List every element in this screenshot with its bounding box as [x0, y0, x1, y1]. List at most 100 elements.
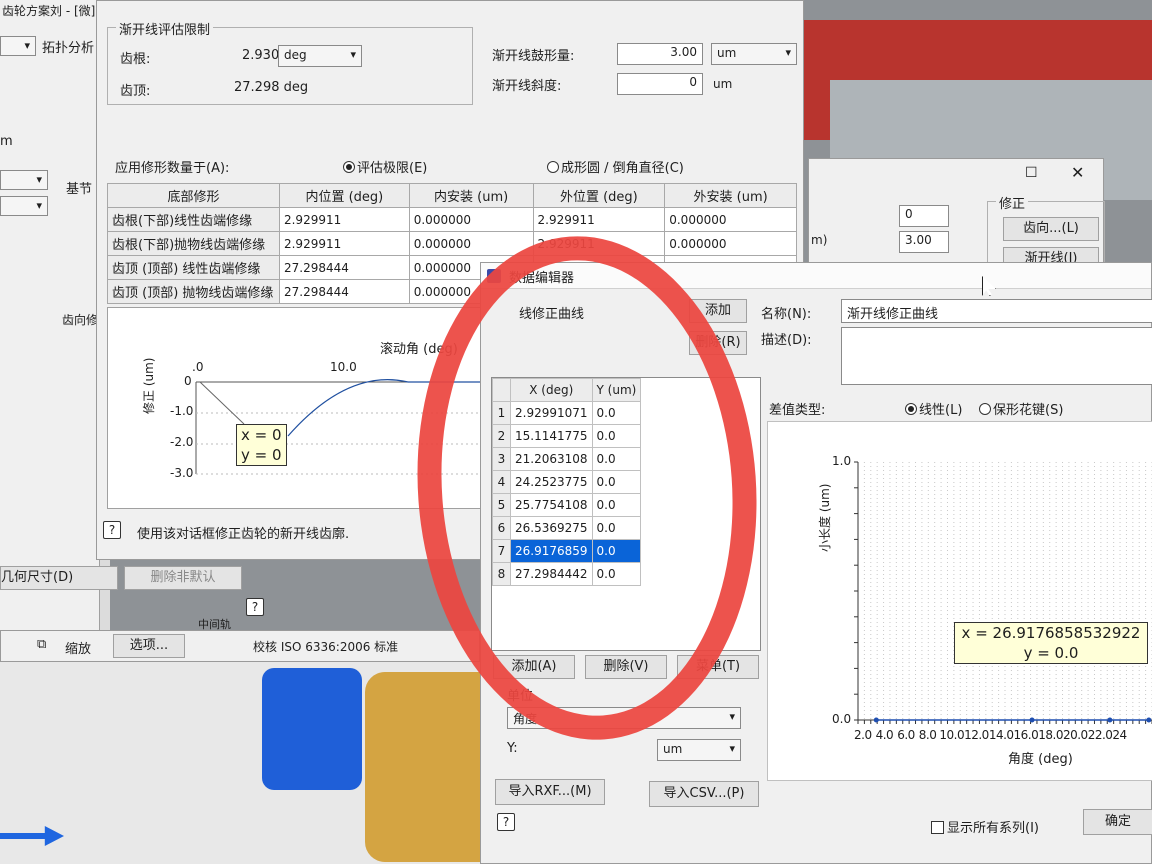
import-rxf-button[interactable]: 导入RXF...(M): [495, 779, 605, 805]
description-input[interactable]: [841, 327, 1152, 385]
add-point-button[interactable]: 添加(A): [493, 655, 575, 679]
point-y[interactable]: 0.0: [591, 424, 642, 448]
table-cell[interactable]: 0.000000: [664, 207, 797, 232]
y-unit-combo[interactable]: um ▾: [657, 739, 741, 761]
plot-tooltip-y: y = 0: [241, 446, 282, 464]
row-index: 6: [492, 516, 511, 540]
table-row-selected[interactable]: 7 26.9176859 0.0: [492, 539, 642, 563]
row1-value[interactable]: 0: [899, 205, 949, 227]
table-row[interactable]: 3 21.2063108 0.0: [492, 447, 642, 471]
slope-label: 渐开线斜度:: [492, 79, 562, 94]
table-row[interactable]: 4 24.2523775 0.0: [492, 470, 642, 494]
point-x[interactable]: 26.5369275: [510, 516, 593, 540]
point-x[interactable]: 27.2984442: [510, 562, 593, 586]
point-y[interactable]: 0.0: [591, 516, 642, 540]
point-y[interactable]: 0.0: [591, 493, 642, 517]
description-label: 描述(D):: [761, 333, 812, 348]
zoom-icon[interactable]: ⧉: [37, 637, 46, 652]
table-cell[interactable]: 2.929911: [278, 231, 410, 256]
point-x[interactable]: 24.2523775: [510, 470, 593, 494]
foundation-tab[interactable]: 基节: [66, 178, 92, 197]
main-window-title: 齿轮方案刘 - [微]: [2, 4, 96, 18]
radio-linear-label: 线性(L): [919, 403, 963, 418]
help-icon[interactable]: ?: [246, 598, 264, 616]
add-curve-button[interactable]: 添加: [689, 299, 747, 323]
point-x[interactable]: 2.92991071: [510, 401, 593, 425]
table-row[interactable]: 5 25.7754108 0.0: [492, 493, 642, 517]
left-combo-3[interactable]: ▾: [0, 196, 48, 216]
point-y[interactable]: 0.0: [591, 470, 642, 494]
table-cell[interactable]: 0.000000: [408, 207, 534, 232]
table-cell: 齿根(下部)抛物线齿端修缘: [107, 231, 280, 256]
crown-unit-combo[interactable]: um ▾: [711, 43, 797, 65]
root-unit-combo[interactable]: deg ▾: [278, 45, 362, 67]
left-combo[interactable]: ▾: [0, 36, 36, 56]
table-cell[interactable]: 2.929911: [278, 207, 410, 232]
point-x[interactable]: 26.9176859: [510, 539, 593, 563]
chart-xtick: 24: [1112, 728, 1127, 742]
radio-spline-label: 保形花键(S): [993, 403, 1064, 418]
menu-button[interactable]: 菜单(T): [677, 655, 759, 679]
table-cell[interactable]: 2.929911: [532, 231, 666, 256]
radio-on-icon: [343, 161, 355, 173]
root-value: 2.930: [242, 48, 280, 63]
editor-title: 数据编辑器: [509, 271, 575, 286]
ok-button[interactable]: 确定: [1083, 809, 1152, 835]
row-index: 8: [492, 562, 511, 586]
radio-spline[interactable]: 保形花键(S): [979, 399, 1063, 418]
options-button[interactable]: 选项...: [113, 634, 185, 658]
table-cell[interactable]: 0.000000: [408, 231, 534, 256]
import-csv-button[interactable]: 导入CSV...(P): [649, 781, 759, 807]
table-cell[interactable]: 2.929911: [532, 207, 666, 232]
table-row[interactable]: 8 27.2984442 0.0: [492, 562, 642, 586]
modification-group-title: 修正: [996, 193, 1029, 212]
bottom-toolbar: ⧉ 缩放 选项... 校核 ISO 6336:2006 标准: [0, 630, 480, 662]
table-row[interactable]: 齿根(下部)抛物线齿端修缘 2.929911 0.000000 2.929911…: [107, 231, 797, 256]
left-combo-2[interactable]: ▾: [0, 170, 48, 190]
point-y[interactable]: 0.0: [591, 562, 642, 586]
table-row[interactable]: 齿根(下部)线性齿端修缘 2.929911 0.000000 2.929911 …: [107, 207, 797, 232]
tooth-direction-button[interactable]: 齿向...(L): [1003, 217, 1099, 241]
radio-eval-limits[interactable]: 评估极限(E): [343, 157, 427, 176]
table-row[interactable]: 1 2.92991071 0.0: [492, 401, 642, 425]
point-x[interactable]: 15.1141775: [510, 424, 593, 448]
delete-point-button[interactable]: 删除(V): [585, 655, 667, 679]
radio-linear[interactable]: 线性(L): [905, 399, 962, 418]
points-table[interactable]: X (deg) Y (um) 1 2.92991071 0.0 2 15.114177…: [491, 377, 761, 651]
radio-form-circle[interactable]: 成形圆 / 倒角直径(C): [547, 157, 684, 176]
row2-value[interactable]: 3.00: [899, 231, 949, 253]
curve-list-item[interactable]: 线修正曲线: [519, 303, 584, 322]
data-editor-dialog: 数据编辑器 线修正曲线 添加 删除(R) 名称(N): 渐开线修正曲线 描述(D…: [480, 262, 1152, 864]
table-row[interactable]: 6 26.5369275 0.0: [492, 516, 642, 540]
name-input[interactable]: 渐开线修正曲线: [841, 299, 1152, 323]
slope-input[interactable]: 0: [617, 73, 703, 95]
chevron-down-icon: ▾: [785, 46, 791, 59]
table-cell[interactable]: 27.298444: [278, 255, 410, 280]
table-cell[interactable]: 0.000000: [664, 231, 797, 256]
zoom-label[interactable]: 缩放: [65, 638, 91, 657]
delete-nondefault-button[interactable]: 删除非默认: [124, 566, 242, 590]
help-icon[interactable]: ?: [497, 813, 515, 831]
x-unit-combo[interactable]: 角度 ▾: [507, 707, 741, 729]
table-cell[interactable]: 27.298444: [278, 279, 410, 304]
chart-xtick: 20.0: [1062, 728, 1088, 742]
close-icon[interactable]: ✕: [1071, 163, 1084, 182]
point-x[interactable]: 25.7754108: [510, 493, 593, 517]
table-row[interactable]: 2 15.1141775 0.0: [492, 424, 642, 448]
chart-ytick-top: 1.0: [832, 454, 852, 468]
show-all-series-checkbox[interactable]: 显示所有系列(I): [931, 817, 1039, 836]
crown-input[interactable]: 3.00: [617, 43, 703, 65]
chart-xtick: 22.0: [1087, 728, 1113, 742]
geometry-size-button[interactable]: 几何尺寸(D): [0, 566, 118, 590]
table-header: 外位置 (deg): [532, 183, 666, 208]
help-icon[interactable]: ?: [103, 521, 121, 539]
table-header: 底部修形: [107, 183, 280, 208]
delete-curve-button[interactable]: 删除(R): [689, 331, 747, 355]
point-y[interactable]: 0.0: [591, 447, 642, 471]
topology-menu[interactable]: 拓扑分析: [42, 37, 94, 56]
point-y[interactable]: 0.0: [591, 539, 642, 563]
point-y[interactable]: 0.0: [591, 401, 642, 425]
help-text: 使用该对话框修正齿轮的新开线齿廓.: [137, 527, 350, 542]
point-x[interactable]: 21.2063108: [510, 447, 593, 471]
maximize-icon[interactable]: ☐: [1025, 165, 1038, 181]
